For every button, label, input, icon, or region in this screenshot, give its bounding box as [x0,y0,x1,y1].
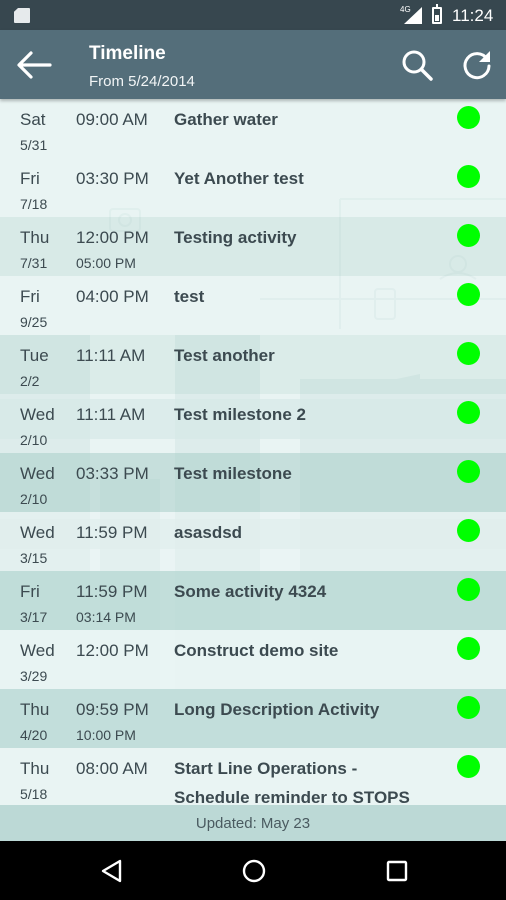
row-day: Thu [20,759,50,778]
list-item[interactable]: Wed 3/29 12:00 PM Construct demo site [0,630,506,689]
row-day: Wed [20,523,55,542]
row-description: Start Line Operations - [174,759,358,778]
row-description: Yet Another test [174,169,304,188]
row-start-time: 11:59 PM [76,582,148,601]
row-day: Fri [20,287,40,306]
row-date: 2/10 [20,432,48,448]
status-dot-icon [457,401,480,424]
row-day: Wed [20,464,55,483]
status-dot-icon [457,696,480,719]
status-dot-icon [457,755,480,778]
row-start-time: 12:00 PM [76,641,149,660]
row-description: asasdsd [174,523,243,542]
app-bar: Timeline From 5/24/2014 [0,30,506,99]
row-start-time: 09:00 AM [76,110,148,129]
row-date: 4/20 [20,727,48,743]
row-day: Fri [20,582,40,601]
back-arrow-icon[interactable] [16,50,52,80]
row-date: 5/31 [20,137,48,153]
row-date: 2/2 [20,373,40,389]
updated-text: Updated: May 23 [195,815,311,832]
status-dot-icon [457,283,480,306]
timeline-list[interactable]: Sat 5/31 09:00 AM Gather water Fri 7/18 … [0,99,506,805]
row-description: Construct demo site [174,641,339,660]
row-end-time: 03:14 PM [76,609,136,625]
back-triangle-icon[interactable] [99,858,125,884]
row-description: Long Description Activity [174,700,380,719]
home-circle-icon[interactable] [241,858,267,884]
row-description: Testing activity [174,228,297,247]
status-dot-icon [457,165,480,188]
refresh-icon[interactable] [460,48,494,82]
status-dot-icon [457,342,480,365]
row-description: Test milestone [174,464,292,483]
row-start-time: 03:33 PM [76,464,149,483]
row-date: 3/29 [20,668,48,684]
status-dot-icon [457,519,480,542]
row-start-time: 03:30 PM [76,169,149,188]
row-date: 3/15 [20,550,48,566]
list-item[interactable]: Wed 2/10 03:33 PM Test milestone [0,453,506,512]
system-nav-bar [0,841,506,900]
status-dot-icon [457,224,480,247]
row-start-time: 08:00 AM [76,759,148,778]
row-day: Fri [20,169,40,188]
row-start-time: 11:59 PM [76,523,148,542]
signal-icon [404,7,422,24]
list-item[interactable]: Fri 7/18 03:30 PM Yet Another test [0,158,506,217]
row-start-time: 11:11 AM [76,405,146,424]
list-item[interactable]: Thu 5/18 08:00 AM Start Line Operations … [0,748,506,805]
row-day: Thu [20,228,50,247]
recents-square-icon[interactable] [384,858,410,884]
list-item[interactable]: Fri 3/17 11:59 PM 03:14 PM Some activity… [0,571,506,630]
row-start-time: 12:00 PM [76,228,149,247]
page-subtitle: From 5/24/2014 [89,73,195,90]
list-item[interactable]: Sat 5/31 09:00 AM Gather water [0,99,506,158]
row-start-time: 04:00 PM [76,287,149,306]
row-day: Wed [20,405,55,424]
row-description: Some activity 4324 [174,582,327,601]
row-end-time: 05:00 PM [76,255,136,271]
page-title: Timeline [89,43,166,64]
row-date: 7/18 [20,196,48,212]
row-day: Thu [20,700,50,719]
row-day: Wed [20,641,55,660]
row-description-continued: Schedule reminder to STOPS [174,788,410,805]
status-dot-icon [457,106,480,129]
row-date: 5/18 [20,786,48,802]
row-description: Test another [174,346,275,365]
row-start-time: 11:11 AM [76,346,146,365]
row-date: 3/17 [20,609,48,625]
row-day: Tue [20,346,49,365]
row-date: 9/25 [20,314,48,330]
row-description: Test milestone 2 [174,405,306,424]
row-description: test [174,287,205,306]
status-dot-icon [457,637,480,660]
status-dot-icon [457,460,480,483]
list-item[interactable]: Fri 9/25 04:00 PM test [0,276,506,335]
row-day: Sat [20,110,46,129]
status-bar: 4G 11:24 [0,0,506,30]
list-item[interactable]: Tue 2/2 11:11 AM Test another [0,335,506,394]
list-item[interactable]: Wed 2/10 11:11 AM Test milestone 2 [0,394,506,453]
sd-card-icon [14,8,30,23]
list-item[interactable]: Wed 3/15 11:59 PM asasdsd [0,512,506,571]
row-start-time: 09:59 PM [76,700,149,719]
list-item[interactable]: Thu 4/20 09:59 PM 10:00 PM Long Descript… [0,689,506,748]
row-date: 2/10 [20,491,48,507]
updated-footer: Updated: May 23 [0,805,506,841]
row-date: 7/31 [20,255,48,271]
row-description: Gather water [174,110,278,129]
list-item[interactable]: Thu 7/31 12:00 PM 05:00 PM Testing activ… [0,217,506,276]
clock: 11:24 [452,6,494,25]
search-icon[interactable] [400,48,434,82]
battery-icon [432,4,442,24]
status-dot-icon [457,578,480,601]
row-end-time: 10:00 PM [76,727,136,743]
